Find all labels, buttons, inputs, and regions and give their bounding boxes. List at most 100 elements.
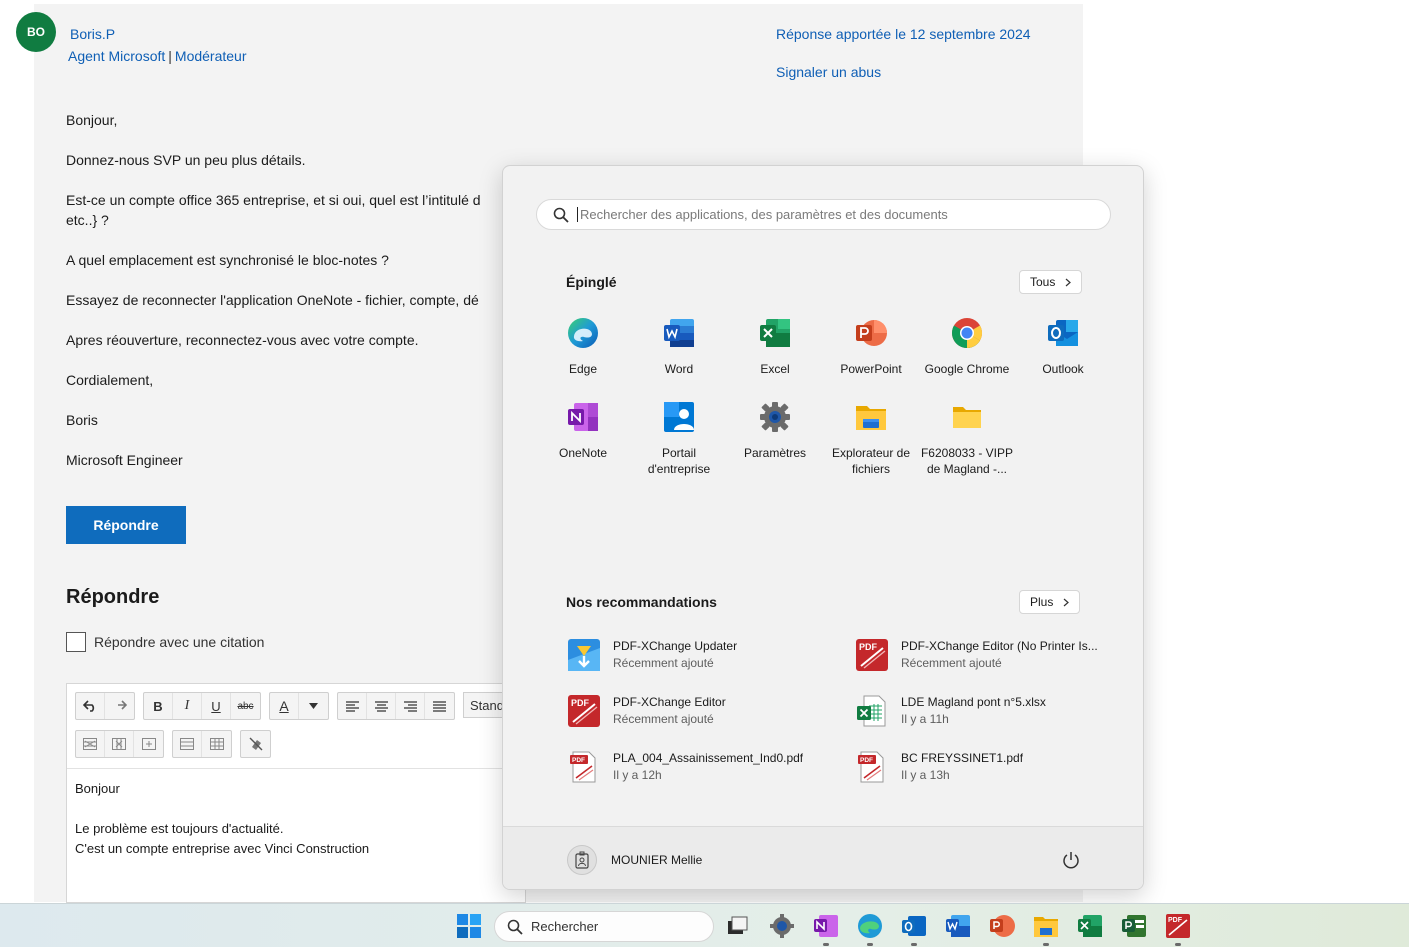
onenote-icon [568,403,598,431]
taskbar-search-label: Rechercher [531,919,599,934]
reply-date-link[interactable]: Réponse apportée le 12 septembre 2024 [776,26,1031,42]
start-menu-footer: MOUNIER Mellie [503,826,1143,889]
align-right-icon[interactable] [396,693,425,719]
power-icon[interactable] [1061,850,1081,870]
message-line: Apres réouverture, reconnectez-vous avec… [66,332,419,348]
pinned-folder-vipp[interactable]: F6208033 - VIPP de Magland -... [919,400,1015,477]
svg-text:PDF: PDF [572,757,585,764]
outlook-icon [1048,320,1078,346]
reply-editor-body[interactable]: Bonjour Le problème est toujours d'actua… [67,768,525,869]
agent-microsoft-link[interactable]: Agent Microsoft [68,48,165,64]
svg-text:PDF: PDF [571,698,590,708]
windows-start-icon[interactable] [455,912,483,940]
all-apps-button[interactable]: Tous [1019,270,1083,294]
pinned-app-chrome[interactable]: Google Chrome [919,316,1015,377]
reply-with-quote-checkbox[interactable] [66,632,86,652]
editor-empty-line [75,799,517,819]
moderator-link[interactable]: Modérateur [175,48,247,64]
clear-formatting-icon[interactable] [241,731,270,757]
align-left-icon[interactable] [338,693,367,719]
align-center-icon[interactable] [367,693,396,719]
pinned-app-settings[interactable]: Paramètres [727,400,823,461]
pinned-title: Épinglé [566,274,617,290]
pinned-app-onenote[interactable]: OneNote [535,400,631,461]
redo-icon[interactable] [105,693,134,719]
message-line: A quel emplacement est synchronisé le bl… [66,252,389,268]
pinned-app-file-explorer[interactable]: Explorateur de fichiers [823,400,919,477]
recommended-item-name: BC FREYSSINET1.pdf [901,751,1024,765]
svg-text:PDF: PDF [859,642,878,652]
editor-line: Le problème est toujours d'actualité. [75,821,284,836]
chevron-right-icon [1065,278,1072,286]
project-icon[interactable] [1120,912,1148,940]
reply-with-quote-label[interactable]: Répondre avec une citation [94,634,264,650]
start-search-input[interactable] [577,207,1077,222]
start-menu: Épinglé Tous Edge Word Excel [502,165,1144,890]
chevron-down-icon[interactable] [299,693,328,719]
undo-icon[interactable] [76,693,105,719]
pdf-editor-icon[interactable]: PDF [1164,912,1192,940]
italic-button[interactable]: I [173,693,202,719]
running-indicator [867,943,873,946]
taskbar-search[interactable]: Rechercher [494,911,714,942]
word-icon [664,319,694,347]
author-name-link[interactable]: Boris.P [70,26,115,42]
underline-button[interactable]: U [202,693,231,719]
pdf-editor-icon: PDF [568,695,600,727]
recommended-item-time: Il y a 11h [901,712,949,726]
bold-button[interactable]: B [144,693,173,719]
reply-button[interactable]: Répondre [66,506,186,544]
message-line: Bonjour, [66,112,118,128]
pinned-app-label: Google Chrome [924,362,1010,376]
edge-icon[interactable] [856,912,884,940]
pinned-app-outlook[interactable]: Outlook [1015,316,1111,377]
recommended-item-time: Récemment ajouté [613,712,714,726]
strikethrough-button[interactable]: abc [231,693,260,719]
table-group-2 [172,730,232,758]
user-avatar[interactable] [567,845,597,875]
settings-icon[interactable] [768,912,796,940]
recommended-item[interactable]: PDF BC FREYSSINET1.pdf Il y a 13h [855,750,1115,784]
excel-icon[interactable] [1076,912,1104,940]
editor-line: Bonjour [75,781,120,796]
font-color-button[interactable]: A [270,693,299,719]
more-recommendations-button[interactable]: Plus [1019,590,1081,614]
outlook-icon[interactable] [900,912,928,940]
word-icon[interactable] [944,912,972,940]
recommended-item-name: PDF-XChange Editor (No Printer Is... [901,639,1098,653]
recommended-item[interactable]: LDE Magland pont n°5.xlsx Il y a 11h [855,694,1115,728]
author-avatar[interactable]: BO [16,12,56,52]
paragraph-style-select[interactable]: Standa [463,692,511,718]
pdf-file-icon: PDF [570,751,596,783]
table-delete-col-icon[interactable] [105,731,134,757]
message-line: Est-ce un compte office 365 entreprise, … [66,192,481,208]
pinned-app-label: Word [664,362,694,376]
user-name[interactable]: MOUNIER Mellie [611,853,702,867]
pinned-app-label: Explorateur de fichiers [831,446,911,476]
table-properties-icon[interactable] [173,731,202,757]
pinned-app-excel[interactable]: Excel [727,316,823,377]
author-role: Agent Microsoft | Modérateur [68,48,247,64]
task-view-icon[interactable] [724,912,752,940]
align-justify-icon[interactable] [425,693,454,719]
file-explorer-icon[interactable] [1032,912,1060,940]
running-indicator [1175,943,1181,946]
pinned-app-powerpoint[interactable]: PowerPoint [823,316,919,377]
excel-icon [760,319,790,347]
pinned-app-company-portal[interactable]: Portail d'entreprise [631,400,727,477]
table-merge-icon[interactable] [134,731,163,757]
powerpoint-icon[interactable] [988,912,1016,940]
recommended-item[interactable]: PDF PLA_004_Assainissement_Ind0.pdf Il y … [567,750,827,784]
svg-text:PDF: PDF [1168,917,1183,924]
start-search-box[interactable] [536,199,1111,230]
table-delete-row-icon[interactable] [76,731,105,757]
pinned-app-word[interactable]: Word [631,316,727,377]
onenote-icon[interactable] [812,912,840,940]
recommended-item[interactable]: PDF PDF-XChange Editor (No Printer Is...… [855,638,1115,672]
pinned-app-edge[interactable]: Edge [535,316,631,377]
table-insert-icon[interactable] [202,731,231,757]
recommended-item[interactable]: PDF-XChange Updater Récemment ajouté [567,638,827,672]
recommended-item[interactable]: PDF PDF-XChange Editor Récemment ajouté [567,694,827,728]
report-abuse-link[interactable]: Signaler un abus [776,64,881,80]
pinned-app-label: Paramètres [743,446,807,460]
